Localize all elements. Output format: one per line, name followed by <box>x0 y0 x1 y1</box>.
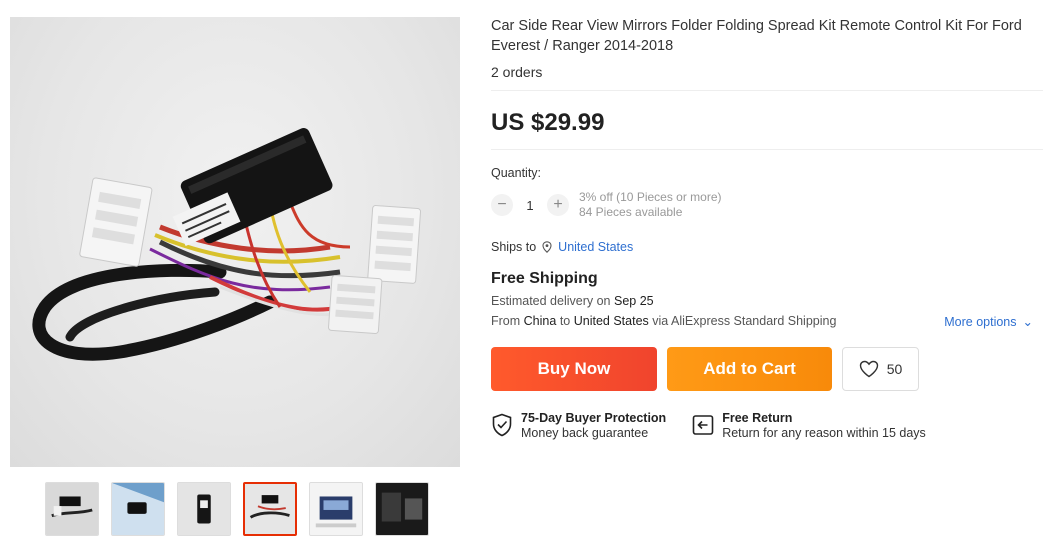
shipping-route: From China to United States via AliExpre… <box>491 314 836 329</box>
ships-to-row: Ships to United States <box>491 240 1043 254</box>
product-price: US $29.99 <box>491 109 605 136</box>
shield-check-icon <box>492 413 512 437</box>
thumbnail-2[interactable] <box>111 482 165 536</box>
return-icon <box>692 415 714 435</box>
estimated-delivery-date: Sep 25 <box>614 294 654 308</box>
buyer-protection-sub: Money back guarantee <box>521 426 649 440</box>
quantity-label: Quantity: <box>491 166 542 180</box>
pieces-available-text: 84 Pieces available <box>579 205 683 219</box>
buy-now-button[interactable]: Buy Now <box>491 347 657 391</box>
add-to-cart-button[interactable]: Add to Cart <box>667 347 832 391</box>
wishlist-count: 50 <box>886 361 903 377</box>
ships-to-label: Ships to <box>491 240 537 254</box>
thumbnail-4[interactable] <box>243 482 297 536</box>
action-buttons: Buy Now Add to Cart 50 <box>491 347 1043 391</box>
estimated-delivery-prefix: Estimated delivery on <box>491 294 611 308</box>
product-info: Car Side Rear View Mirrors Folder Foldin… <box>491 16 1043 441</box>
guarantees: 75-Day Buyer Protection Money back guara… <box>491 411 1043 441</box>
buyer-protection-title: 75-Day Buyer Protection <box>521 411 667 425</box>
shipping-route-row: From China to United States via AliExpre… <box>491 314 1043 329</box>
chevron-down-icon: ⌄ <box>1022 315 1033 329</box>
to-country: United States <box>573 314 649 328</box>
thumbnail-strip <box>45 482 429 536</box>
wishlist-button[interactable]: 50 <box>842 347 919 391</box>
free-shipping-label: Free Shipping <box>491 270 598 287</box>
thumbnail-1[interactable] <box>45 482 99 536</box>
shipping-method: via AliExpress Standard Shipping <box>652 314 837 328</box>
divider <box>491 90 1043 91</box>
thumbnail-6[interactable] <box>375 482 429 536</box>
from-prefix: From <box>491 314 521 328</box>
plus-icon[interactable]: + <box>547 194 569 216</box>
order-count: 2 orders <box>491 64 543 80</box>
main-product-image[interactable] <box>10 17 460 467</box>
minus-icon[interactable]: − <box>491 194 513 216</box>
product-title: Car Side Rear View Mirrors Folder Foldin… <box>491 18 1022 54</box>
divider <box>491 149 1043 150</box>
quantity-notes: 3% off (10 Pieces or more) 84 Pieces ava… <box>579 190 722 220</box>
free-return: Free Return Return for any reason within… <box>692 411 926 441</box>
from-country: China <box>523 314 557 328</box>
free-return-sub: Return for any reason within 15 days <box>722 426 926 440</box>
location-pin-icon <box>542 241 552 253</box>
free-return-title: Free Return <box>722 411 793 425</box>
quantity-stepper: − 1 + 3% off (10 Pieces or more) 84 Piec… <box>491 190 1043 220</box>
heart-icon <box>859 360 878 378</box>
more-options-label: More options <box>944 315 1017 329</box>
estimated-delivery: Estimated delivery on Sep 25 <box>491 294 1043 308</box>
quantity-input[interactable]: 1 <box>513 198 547 213</box>
thumbnail-5[interactable] <box>309 482 363 536</box>
wiring-harness-image <box>32 128 422 361</box>
to-word: to <box>559 314 571 328</box>
bulk-discount-text: 3% off (10 Pieces or more) <box>579 190 722 204</box>
buyer-protection: 75-Day Buyer Protection Money back guara… <box>491 411 666 441</box>
ship-country-link[interactable]: United States <box>558 240 633 254</box>
thumbnail-3[interactable] <box>177 482 231 536</box>
more-options-link[interactable]: More options ⌄ <box>944 314 1043 329</box>
